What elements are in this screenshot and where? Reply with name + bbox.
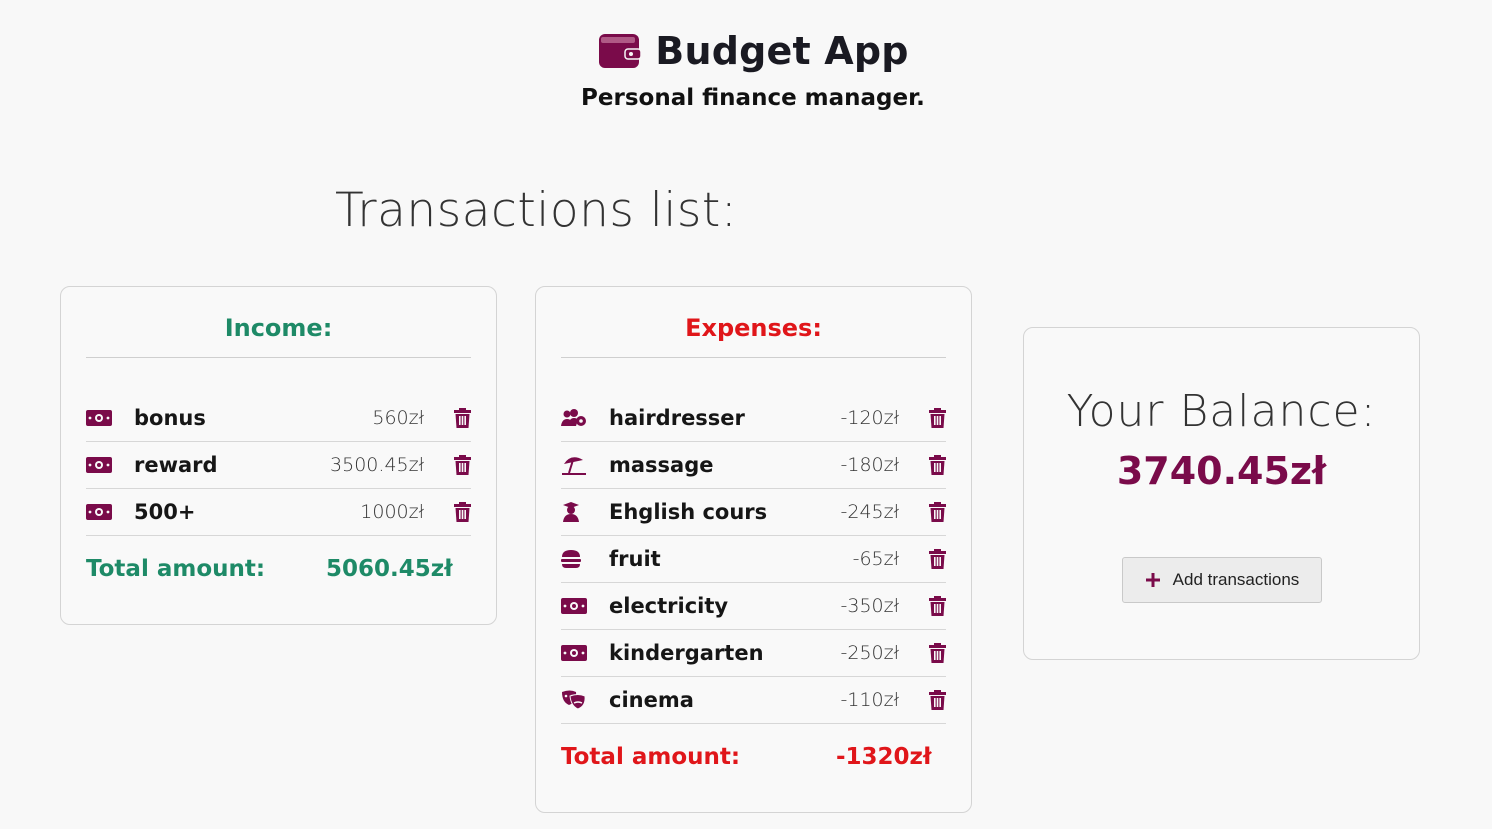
money-bill-icon [86, 455, 112, 475]
income-amount: 1000zł [360, 501, 424, 523]
theater-masks-icon [561, 690, 587, 710]
title-row: Budget App [0, 26, 1492, 76]
expenses-total: Total amount: -1320zł [561, 744, 946, 770]
expense-amount: -65zł [852, 548, 899, 570]
trash-icon[interactable] [928, 595, 946, 617]
money-bill-icon [86, 408, 112, 428]
app-subtitle: Personal finance manager. [581, 85, 925, 111]
balance-label: Your Balance: [1066, 386, 1377, 437]
expense-name: hairdresser [609, 406, 745, 430]
income-row: reward 3500.45zł [86, 442, 471, 489]
income-heading: Income: [86, 287, 471, 358]
expense-amount: -180zł [840, 454, 900, 476]
expense-name: electricity [609, 594, 729, 618]
expenses-total-label: Total amount: [561, 744, 741, 770]
expense-amount: -350zł [840, 595, 900, 617]
expense-row: electricity -350zł [561, 583, 946, 630]
expense-row: cinema -110zł [561, 677, 946, 724]
expense-name: cinema [609, 688, 694, 712]
expense-name: kindergarten [609, 641, 764, 665]
income-row: bonus 560zł [86, 395, 471, 442]
income-total-value: 5060.45zł [326, 556, 453, 582]
expenses-heading: Expenses: [561, 287, 946, 358]
income-total-label: Total amount: [86, 556, 266, 582]
expense-name: fruit [609, 547, 661, 571]
app-title: Budget App [655, 29, 909, 73]
trash-icon[interactable] [453, 454, 471, 476]
balance-card: Your Balance: 3740.45zł Add transactions [1023, 327, 1420, 660]
expense-amount: -250zł [840, 642, 900, 664]
balance-value: 3740.45zł [1116, 449, 1327, 493]
expense-amount: -110zł [840, 689, 900, 711]
trash-icon[interactable] [928, 689, 946, 711]
trash-icon[interactable] [928, 501, 946, 523]
app-header: Budget App Personal finance manager. [0, 26, 1492, 111]
trash-icon[interactable] [928, 454, 946, 476]
wallet-icon [597, 31, 643, 71]
trash-icon[interactable] [928, 642, 946, 664]
trash-icon[interactable] [453, 501, 471, 523]
income-name: reward [134, 453, 218, 477]
expense-name: massage [609, 453, 714, 477]
expenses-total-value: -1320zł [836, 744, 932, 770]
income-name: 500+ [134, 500, 196, 524]
income-amount: 3500.45zł [330, 454, 424, 476]
burger-icon [561, 549, 587, 569]
expense-row: fruit -65zł [561, 536, 946, 583]
trash-icon[interactable] [928, 548, 946, 570]
expenses-list: hairdresser -120zł massage -180zł Ehglis… [561, 395, 946, 724]
trash-icon[interactable] [453, 407, 471, 429]
income-name: bonus [134, 406, 206, 430]
graduate-icon [561, 502, 587, 522]
income-total: Total amount: 5060.45zł [86, 556, 471, 582]
add-transactions-label: Add transactions [1172, 570, 1300, 589]
add-transactions-button[interactable]: Add transactions [1122, 557, 1322, 603]
expense-row: massage -180zł [561, 442, 946, 489]
plus-icon [1145, 572, 1161, 588]
expense-row: kindergarten -250zł [561, 630, 946, 677]
expenses-card: Expenses: hairdresser -120zł massage -18… [535, 286, 972, 813]
money-bill-icon [86, 502, 112, 522]
users-cog-icon [561, 408, 587, 428]
trash-icon[interactable] [928, 407, 946, 429]
money-bill-icon [561, 643, 587, 663]
expense-row: hairdresser -120zł [561, 395, 946, 442]
income-row: 500+ 1000zł [86, 489, 471, 536]
expense-amount: -120zł [840, 407, 900, 429]
expense-row: Ehglish cours -245zł [561, 489, 946, 536]
money-bill-icon [561, 596, 587, 616]
umbrella-beach-icon [561, 455, 587, 475]
expense-name: Ehglish cours [609, 500, 768, 524]
income-amount: 560zł [372, 407, 424, 429]
income-card: Income: bonus 560zł reward 3500.45zł 500… [60, 286, 497, 625]
transactions-list-title: Transactions list: [335, 183, 738, 238]
income-list: bonus 560zł reward 3500.45zł 500+ 1000zł [86, 395, 471, 536]
expense-amount: -245zł [840, 501, 900, 523]
